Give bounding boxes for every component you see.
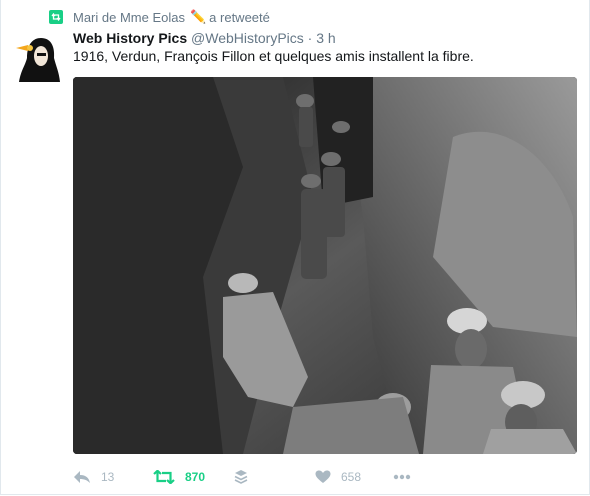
tweet-photo[interactable] [73,77,577,454]
tweet-card: Mari de Mme Eolas ✏️ a retweeté Web Hist… [0,0,590,495]
retweeter-name[interactable]: Mari de Mme Eolas [73,10,185,25]
reply-count: 13 [101,470,115,484]
tweet-text: 1916, Verdun, François Fillon et quelque… [73,48,474,64]
retweet-icon [49,10,63,24]
stack-icon [234,469,248,485]
retweet-suffix: a retweeté [209,9,270,25]
like-count: 658 [341,470,362,484]
like-button[interactable]: 658 [315,467,361,487]
author-name[interactable]: Web History Pics [73,30,187,46]
reply-icon [73,470,91,484]
tweet-header: Web History Pics @WebHistoryPics · 3 h [73,30,336,46]
author-handle[interactable]: @WebHistoryPics [191,30,304,46]
retweet-button[interactable]: 870 [153,467,205,487]
reply-button[interactable]: 13 [73,467,114,487]
heart-icon [315,470,331,484]
retweet-action-icon [153,470,175,484]
more-icon [393,474,411,480]
pencil-emoji: ✏️ [189,9,207,24]
avatar[interactable] [13,32,63,82]
tweet-timestamp[interactable]: 3 h [316,30,335,46]
more-button[interactable] [393,467,411,487]
tweet-actions: 13 870 658 [73,467,453,487]
retweet-count: 870 [185,470,206,484]
separator-dot: · [307,30,313,46]
stack-button[interactable] [234,467,248,487]
retweet-context: Mari de Mme Eolas ✏️ a retweeté [49,8,270,26]
